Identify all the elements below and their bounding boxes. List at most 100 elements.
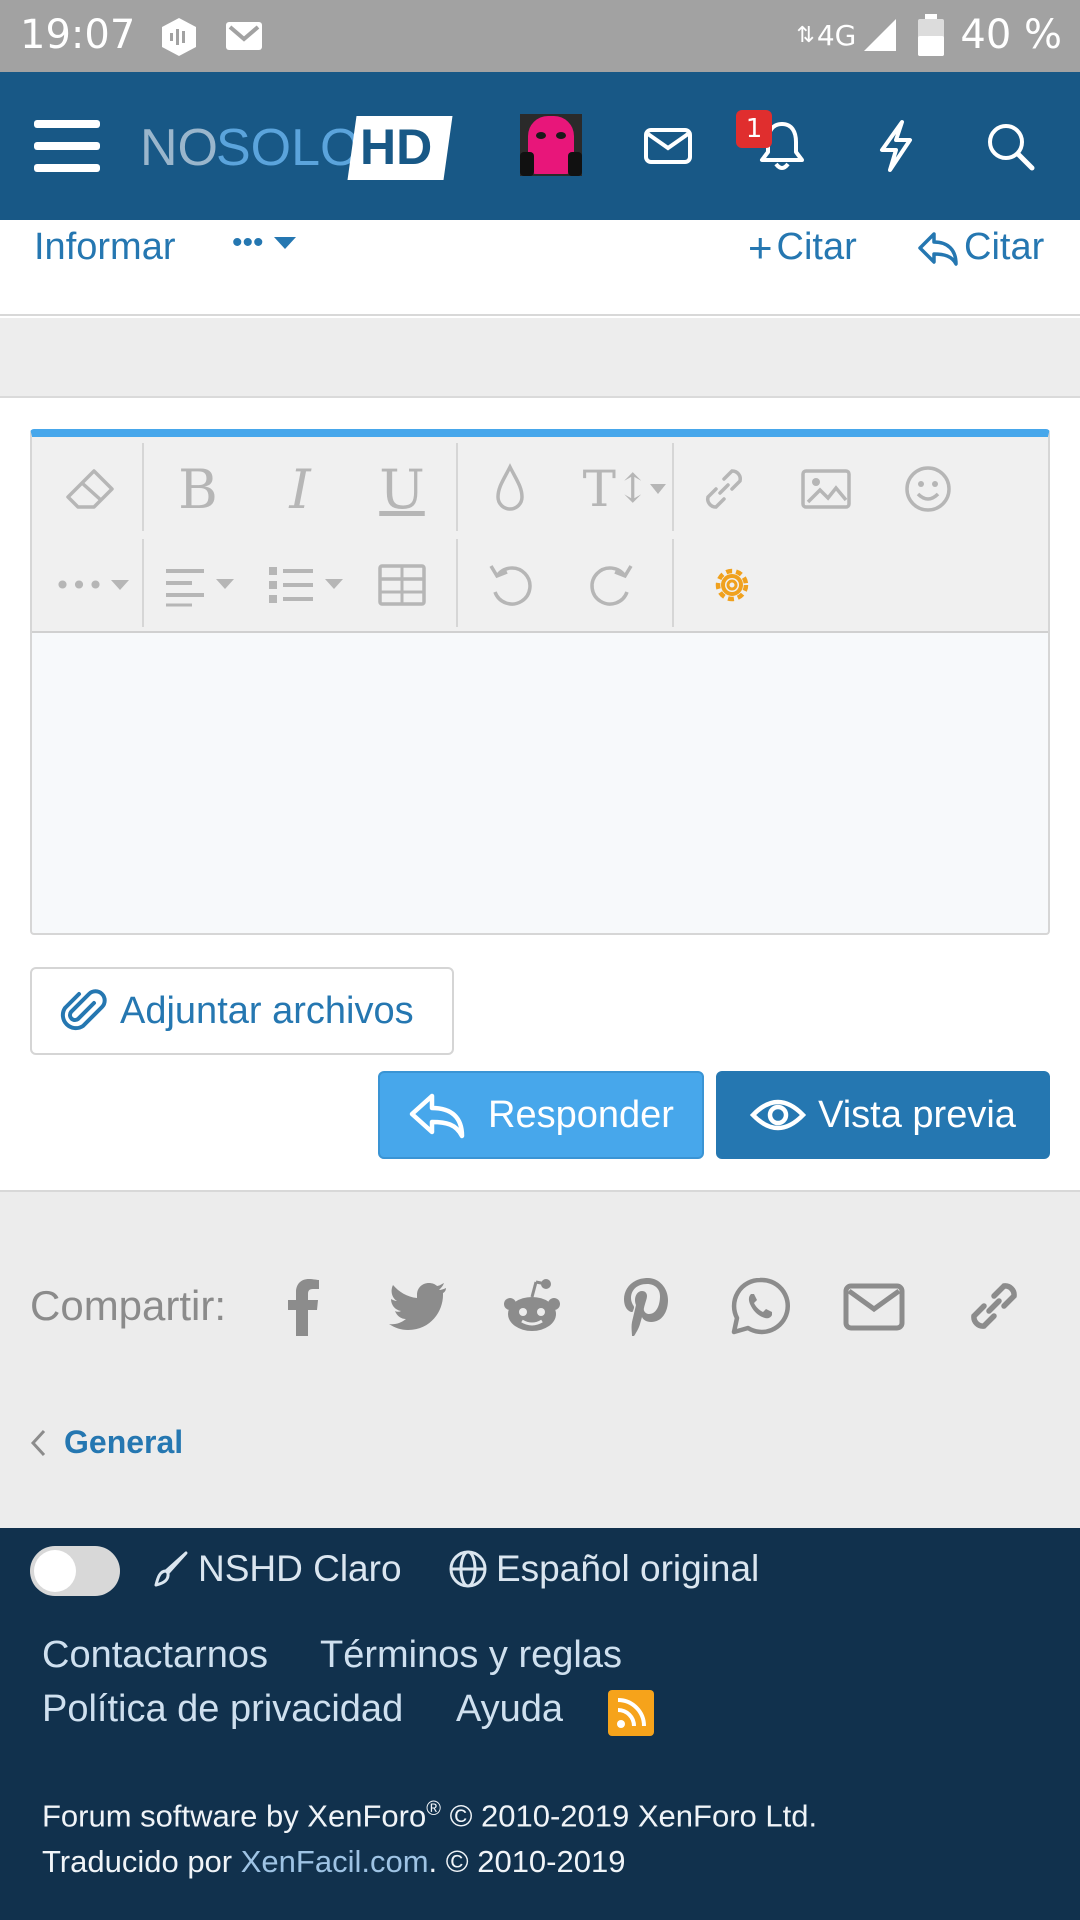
share-section: Compartir: General — [0, 1190, 1080, 1528]
help-link[interactable]: Ayuda — [456, 1688, 563, 1731]
style-chooser-link[interactable]: NSHD Claro — [150, 1548, 402, 1590]
paintbrush-icon — [154, 1551, 188, 1587]
italic-icon[interactable]: I — [270, 458, 330, 521]
copyright-line-2: Traducido por XenFacil.com. © 2010-2019 — [42, 1844, 625, 1880]
contact-link[interactable]: Contactarnos — [42, 1634, 268, 1677]
whats-new-lightning-icon[interactable] — [866, 116, 926, 176]
site-header: NO SOLO HD 1 — [0, 72, 1080, 220]
gmail-icon — [226, 22, 262, 50]
preview-button[interactable]: Vista previa — [716, 1071, 1050, 1159]
quote-button[interactable]: Citar — [916, 226, 1044, 269]
table-icon[interactable] — [372, 555, 432, 615]
status-right: ⇅ 4G 40 % — [796, 12, 1062, 58]
copyright-line-1: Forum software by XenForo® © 2010-2019 X… — [42, 1798, 817, 1834]
toolbar-separator — [142, 539, 144, 627]
more-options-icon[interactable]: ••• — [52, 555, 132, 615]
style-toggle[interactable] — [30, 1546, 120, 1596]
toolbar-separator — [672, 443, 674, 531]
attach-files-button[interactable]: Adjuntar archivos — [30, 967, 454, 1055]
caret-down-icon — [273, 237, 296, 249]
post-actions-bar: Informar ••• + Citar Citar — [0, 220, 1080, 316]
undo-icon[interactable] — [480, 555, 540, 615]
attach-files-label: Adjuntar archivos — [120, 989, 414, 1032]
text-color-icon[interactable] — [480, 459, 540, 519]
toolbar-separator — [456, 443, 458, 531]
battery-level: 40 % — [960, 12, 1062, 58]
status-time: 19:07 — [20, 12, 136, 58]
status-bar: 19:07 ⇅ 4G 40 % — [0, 0, 1080, 72]
toolbar-separator — [456, 539, 458, 627]
globe-icon — [449, 1550, 487, 1588]
image-icon[interactable] — [796, 459, 856, 519]
pinterest-icon[interactable] — [614, 1274, 678, 1338]
report-link[interactable]: Informar — [34, 226, 175, 269]
registered-mark: ® — [426, 1798, 441, 1820]
chevron-left-icon — [30, 1429, 46, 1456]
reply-label: Responder — [488, 1093, 674, 1136]
terms-link[interactable]: Términos y reglas — [320, 1634, 622, 1677]
privacy-link[interactable]: Política de privacidad — [42, 1688, 403, 1731]
toolbar-separator — [672, 539, 674, 627]
editor-toolbar: B I U T ↕ ••• — [32, 437, 1048, 633]
rss-icon[interactable] — [608, 1690, 654, 1736]
logo-no: NO — [140, 119, 218, 177]
translated-by-end: . © 2010-2019 — [428, 1844, 626, 1879]
translated-by-text: Traducido por — [42, 1844, 241, 1879]
email-icon[interactable] — [842, 1274, 906, 1338]
align-icon[interactable] — [160, 555, 240, 615]
message-editor: B I U T ↕ ••• — [30, 429, 1050, 935]
reddit-icon[interactable] — [500, 1274, 564, 1338]
settings-gear-icon[interactable] — [702, 555, 762, 615]
editor-text-area[interactable] — [32, 635, 1048, 935]
redo-icon[interactable] — [582, 555, 642, 615]
twitter-icon[interactable] — [386, 1274, 450, 1338]
reply-icon — [409, 1093, 465, 1139]
multiquote-button[interactable]: + Citar — [748, 226, 857, 269]
xenfacil-link[interactable]: XenFacil.com — [241, 1844, 429, 1879]
hamburger-menu-icon[interactable] — [34, 118, 100, 174]
inbox-icon[interactable] — [638, 116, 698, 176]
link-icon[interactable] — [694, 459, 754, 519]
eraser-icon[interactable] — [60, 459, 120, 519]
underline-icon[interactable]: U — [372, 458, 432, 521]
logo-solo: SOLO — [216, 119, 361, 177]
bold-icon[interactable]: B — [168, 458, 228, 521]
site-footer: NSHD Claro Español original Contactarnos… — [0, 1528, 1080, 1920]
style-name: NSHD Claro — [198, 1548, 402, 1589]
language-chooser-link[interactable]: Español original — [448, 1548, 759, 1590]
toggle-knob — [34, 1550, 76, 1592]
whatsapp-icon[interactable] — [728, 1274, 792, 1338]
quote-label: Citar — [964, 226, 1045, 268]
language-name: Español original — [496, 1548, 760, 1589]
avatar[interactable] — [520, 114, 582, 176]
breadcrumb-label: General — [64, 1424, 184, 1460]
copyright-text: Forum software by XenForo — [42, 1798, 427, 1834]
notification-badge[interactable]: 1 — [736, 110, 772, 148]
plus-icon: + — [748, 223, 773, 271]
app-notification-icon — [162, 18, 196, 56]
eye-icon — [750, 1099, 807, 1131]
toolbar-separator — [142, 443, 144, 531]
preview-label: Vista previa — [818, 1093, 1016, 1136]
more-actions-menu[interactable]: ••• — [232, 226, 298, 260]
separator-band — [0, 318, 1080, 398]
link-icon[interactable] — [962, 1274, 1026, 1338]
search-icon[interactable] — [980, 116, 1040, 176]
battery-icon — [918, 14, 945, 56]
list-icon[interactable] — [264, 555, 350, 615]
signal-icon — [864, 19, 897, 51]
data-arrows-icon: ⇅ — [796, 22, 815, 48]
network-type: 4G — [816, 18, 857, 52]
breadcrumb[interactable]: General — [30, 1424, 183, 1461]
multiquote-label: Citar — [776, 226, 857, 268]
font-size-icon[interactable]: T ↕ — [580, 459, 670, 519]
facebook-icon[interactable] — [272, 1274, 336, 1338]
share-label: Compartir: — [30, 1282, 227, 1329]
reply-arrow-icon — [918, 231, 958, 266]
copyright-text-end: © 2010-2019 XenForo Ltd. — [440, 1798, 818, 1834]
site-logo[interactable]: NO SOLO HD — [138, 110, 458, 182]
more-dots: ••• — [232, 226, 264, 259]
paperclip-icon — [60, 989, 107, 1031]
smiley-icon[interactable] — [898, 459, 958, 519]
reply-button[interactable]: Responder — [378, 1071, 704, 1159]
